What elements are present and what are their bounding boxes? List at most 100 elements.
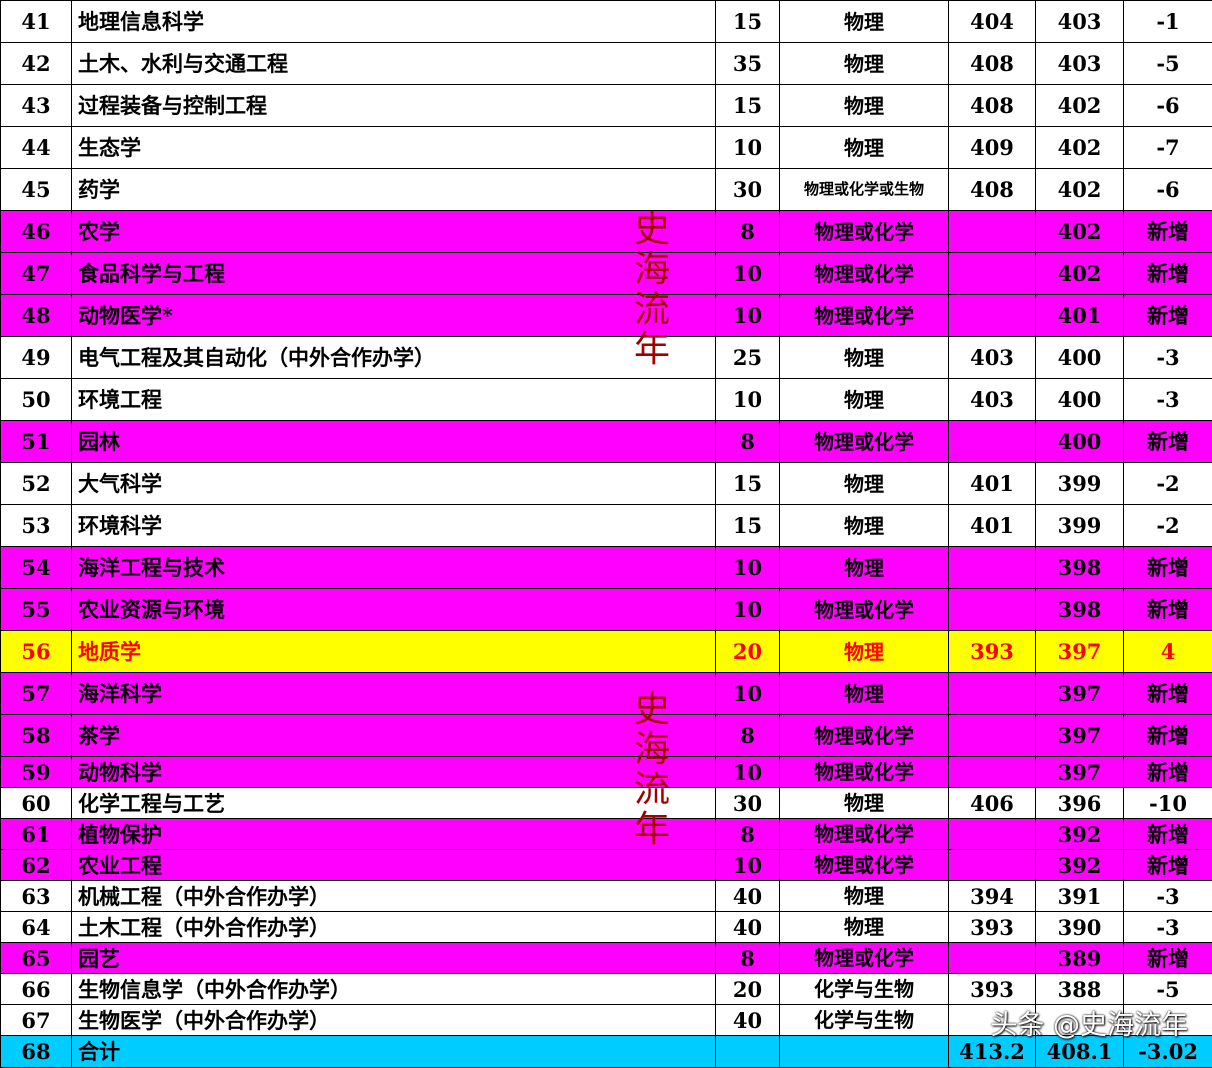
row-number: 50	[1, 379, 72, 421]
score-change: -5	[1124, 974, 1212, 1005]
plan-count: 15	[716, 85, 780, 127]
plan-count: 8	[716, 211, 780, 253]
watermark-text: 史海流年	[632, 690, 672, 850]
subject-requirement: 物理	[780, 631, 949, 673]
score-change: -3	[1124, 912, 1212, 943]
subject-requirement: 物理	[780, 881, 949, 912]
subject-requirement: 物理	[780, 463, 949, 505]
current-score: 400	[1036, 379, 1124, 421]
watermark-text: 史海流年	[632, 210, 672, 370]
table-row: 63机械工程（中外合作办学）40物理394391-3	[1, 881, 1212, 912]
current-score: 397	[1036, 673, 1124, 715]
table-body: 41地理信息科学15物理404403-142土木、水利与交通工程35物理4084…	[1, 1, 1212, 1068]
row-number: 52	[1, 463, 72, 505]
major-name: 电气工程及其自动化（中外合作办学）	[72, 337, 716, 379]
row-number: 68	[1, 1036, 72, 1068]
current-score: 402	[1036, 85, 1124, 127]
score-change: 新增	[1124, 589, 1212, 631]
table-row: 58茶学8物理或化学397新增	[1, 715, 1212, 757]
score-change: 新增	[1124, 715, 1212, 757]
table-row: 41地理信息科学15物理404403-1	[1, 1, 1212, 43]
previous-score: 401	[949, 505, 1036, 547]
previous-score: 393	[949, 631, 1036, 673]
previous-score	[949, 819, 1036, 850]
plan-count: 10	[716, 127, 780, 169]
score-change: -7	[1124, 127, 1212, 169]
plan-count: 10	[716, 850, 780, 881]
major-name: 合计	[72, 1036, 716, 1068]
major-name: 园艺	[72, 943, 716, 974]
plan-count: 15	[716, 1, 780, 43]
major-name: 植物保护	[72, 819, 716, 850]
major-name: 环境工程	[72, 379, 716, 421]
plan-count: 30	[716, 169, 780, 211]
subject-requirement: 化学与生物	[780, 1005, 949, 1036]
score-change: 新增	[1124, 253, 1212, 295]
current-score: 402	[1036, 211, 1124, 253]
plan-count: 10	[716, 379, 780, 421]
previous-score	[949, 547, 1036, 589]
row-number: 44	[1, 127, 72, 169]
previous-score: 408	[949, 169, 1036, 211]
previous-score	[949, 673, 1036, 715]
subject-requirement: 物理	[780, 127, 949, 169]
row-number: 55	[1, 589, 72, 631]
table-row: 45药学30物理或化学或生物408402-6	[1, 169, 1212, 211]
row-number: 63	[1, 881, 72, 912]
row-number: 67	[1, 1005, 72, 1036]
major-name: 动物科学	[72, 757, 716, 788]
current-score: 397	[1036, 631, 1124, 673]
plan-count: 8	[716, 715, 780, 757]
previous-score	[949, 850, 1036, 881]
subject-requirement: 物理	[780, 337, 949, 379]
plan-count: 10	[716, 253, 780, 295]
row-number: 45	[1, 169, 72, 211]
subject-requirement	[780, 1036, 949, 1068]
plan-count: 25	[716, 337, 780, 379]
score-change: -2	[1124, 463, 1212, 505]
row-number: 51	[1, 421, 72, 463]
table-row: 51园林8物理或化学400新增	[1, 421, 1212, 463]
row-number: 53	[1, 505, 72, 547]
subject-requirement: 物理	[780, 547, 949, 589]
subject-requirement: 物理或化学	[780, 715, 949, 757]
current-score: 402	[1036, 253, 1124, 295]
table-row: 62农业工程10物理或化学392新增	[1, 850, 1212, 881]
row-number: 60	[1, 788, 72, 819]
major-name: 动物医学*	[72, 295, 716, 337]
subject-requirement: 物理	[780, 788, 949, 819]
previous-score	[949, 211, 1036, 253]
score-change: -3	[1124, 379, 1212, 421]
previous-score: 404	[949, 1, 1036, 43]
score-change: -6	[1124, 85, 1212, 127]
row-number: 54	[1, 547, 72, 589]
major-name: 土木工程（中外合作办学）	[72, 912, 716, 943]
subject-requirement: 物理或化学	[780, 943, 949, 974]
major-name: 海洋科学	[72, 673, 716, 715]
plan-count: 30	[716, 788, 780, 819]
table-row: 56地质学20物理3933974	[1, 631, 1212, 673]
plan-count: 20	[716, 631, 780, 673]
current-score: 398	[1036, 589, 1124, 631]
row-number: 66	[1, 974, 72, 1005]
table-row: 61植物保护8物理或化学392新增	[1, 819, 1212, 850]
current-score: 398	[1036, 547, 1124, 589]
table-row: 43过程装备与控制工程15物理408402-6	[1, 85, 1212, 127]
major-name: 地理信息科学	[72, 1, 716, 43]
subject-requirement: 物理	[780, 379, 949, 421]
row-number: 49	[1, 337, 72, 379]
current-score: 401	[1036, 295, 1124, 337]
current-score: 388	[1036, 974, 1124, 1005]
previous-score	[949, 943, 1036, 974]
score-change: -6	[1124, 169, 1212, 211]
table-row: 49电气工程及其自动化（中外合作办学）25物理403400-3	[1, 337, 1212, 379]
plan-count: 10	[716, 757, 780, 788]
subject-requirement: 物理	[780, 85, 949, 127]
previous-score	[949, 421, 1036, 463]
table-row: 65园艺8物理或化学389新增	[1, 943, 1212, 974]
score-change: -10	[1124, 788, 1212, 819]
score-change: 新增	[1124, 673, 1212, 715]
score-change: -5	[1124, 43, 1212, 85]
plan-count: 8	[716, 819, 780, 850]
previous-score	[949, 295, 1036, 337]
